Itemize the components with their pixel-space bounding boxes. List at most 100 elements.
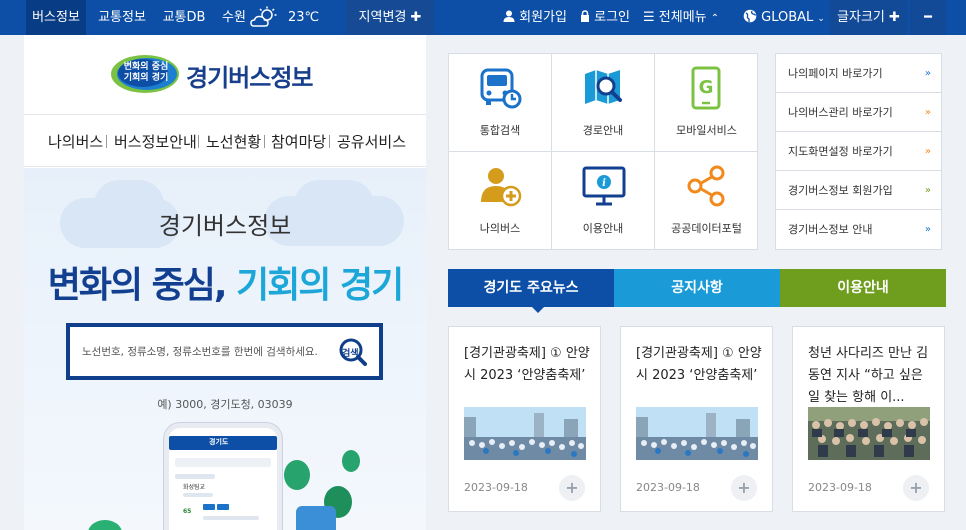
minus-icon: ━ [924,10,932,25]
nav-divider [198,135,199,148]
double-chevron-right-icon: » [924,224,931,235]
logo-badge-line2: 기회의 경기 [123,73,169,83]
weather-city: 수원 [222,10,246,25]
font-size-label: 글자크기 [837,10,885,25]
phone-search-field [175,458,271,467]
plus-icon: ✚ [410,10,422,25]
weather-cloud-sun-icon [250,6,278,28]
link-map-settings[interactable]: 지도화면설정 바로가기 » [776,132,941,171]
link-member-join[interactable]: 경기버스정보 회원가입 » [776,171,941,210]
tree-illustration [342,450,360,472]
news-title: 청년 사다리즈 만난 김동연 지사 “하고 싶은 일 찾는 항해 이... [808,346,929,405]
news-card[interactable]: [경기관광축제] ① 안양시 2023 ‘안양춤축제’ 2023-09-18 + [620,326,773,512]
more-plus-button[interactable]: + [903,475,929,501]
tab-usage-guide[interactable]: 이용안내 [780,269,946,307]
all-menu-button[interactable]: ☰ 전체메뉴 ⌃ [643,0,719,35]
user-icon [503,10,519,25]
slogan-part2: 기회의 경기 [236,265,404,306]
tab-traffic-db[interactable]: 교통DB [158,0,210,35]
active-tab-pointer [531,306,545,313]
nav-participation[interactable]: 참여마당 [271,131,326,152]
news-title: [경기관광축제] ① 안양시 2023 ‘안양춤축제’ [636,346,762,383]
quick-menu-public-data-portal[interactable]: 공공데이터포털 [655,152,758,250]
chevron-down-icon: ⌄ [817,14,825,24]
nav-divider [329,135,330,148]
mobile-icon: G [691,66,721,110]
hero-section: 경기버스정보 변화의 중심, 기회의 경기 검색 예) 3000, 경기도청, … [24,168,426,530]
double-chevron-right-icon: » [924,68,931,79]
quick-menu-grid: 통합검색 경로안내 G 모바일서비스 나의버스 i 이용안내 공공데이터포털 [448,53,758,250]
phone-route-text: 화성팀교 [183,484,206,491]
quick-menu-integrated-search[interactable]: 통합검색 [449,54,552,152]
phone-illustration: 경기도 화성팀교 65 [164,423,282,530]
logo-badge-text: 변화의 중심 기회의 경기 [118,62,174,84]
quick-menu-route-guide[interactable]: 경로안내 [552,54,655,152]
phone-tag [217,504,229,510]
tree-illustration [284,460,310,490]
chevron-up-icon: ⌃ [710,13,720,24]
phone-header-bar: 경기도 [169,436,277,450]
nav-shared-service[interactable]: 공유서비스 [337,131,406,152]
nav-route-status[interactable]: 노선현황 [206,131,261,152]
quick-menu-mobile-service[interactable]: G 모바일서비스 [655,54,758,152]
search-example: 예) 3000, 경기도청, 03039 [157,398,293,411]
more-plus-button[interactable]: + [559,475,585,501]
double-chevron-right-icon: » [924,185,931,196]
user-add-icon [481,168,522,207]
slogan-part1: 변화의 중심, [47,265,228,306]
join-link[interactable]: 회원가입 [503,0,567,35]
link-site-guide[interactable]: 경기버스정보 안내 » [776,210,941,249]
search-input[interactable] [82,341,332,363]
news-card[interactable]: 청년 사다리즈 만난 김동연 지사 “하고 싶은 일 찾는 항해 이... 20… [792,326,945,512]
link-label: 나의페이지 바로가기 [788,67,883,80]
tab-notices[interactable]: 공지사항 [614,269,780,307]
link-my-bus-manage[interactable]: 나의버스관리 바로가기 » [776,93,941,132]
logo-title: 경기버스정보 [186,64,313,92]
quick-menu-my-bus[interactable]: 나의버스 [449,152,552,250]
info-monitor-icon: i [582,166,626,206]
nav-divider [106,135,107,148]
global-button[interactable]: GLOBAL ⌄ [743,0,825,35]
plus-icon: ✚ [889,10,900,25]
tab-gyeonggi-news[interactable]: 경기도 주요뉴스 [448,269,614,307]
login-link[interactable]: 로그인 [580,0,630,35]
map-search-icon [585,70,622,104]
more-plus-button[interactable]: + [731,475,757,501]
lock-icon [580,10,594,25]
quick-links: 나의페이지 바로가기 » 나의버스관리 바로가기 » 지도화면설정 바로가기 »… [775,53,942,250]
tab-bus-info[interactable]: 버스정보 [26,0,86,35]
phone-tag [203,504,215,510]
top-bar: 버스정보 교통정보 교통DB 수원 23℃ 지역변경 ✚ 회원가입 로그인 ☰ … [0,0,966,35]
region-change-button[interactable]: 지역변경 ✚ [346,0,434,35]
main-nav: 나의버스 버스정보안내 노선현황 참여마당 공유서비스 [24,115,426,167]
search-button-label: 검색 [342,349,359,359]
svg-text:G: G [699,77,714,98]
nav-bus-info-guide[interactable]: 버스정보안내 [114,131,197,152]
all-menu-label: 전체메뉴 [658,10,707,25]
quick-menu-usage-guide[interactable]: i 이용안내 [552,152,655,250]
quick-menu-label: 모바일서비스 [676,124,737,137]
share-icon [687,165,725,207]
news-title: [경기관광축제] ① 안양시 2023 ‘안양춤축제’ [464,346,590,383]
quick-menu-label: 공공데이터포털 [671,222,742,235]
phone-text-line [183,493,213,497]
news-date: 2023-09-18 [636,481,700,494]
double-chevron-right-icon: » [924,146,931,157]
link-label: 경기버스정보 안내 [788,223,873,236]
double-chevron-right-icon: » [924,107,931,118]
link-my-page[interactable]: 나의페이지 바로가기 » [776,54,941,93]
quick-menu-label: 이용안내 [582,222,624,235]
font-size-increase-button[interactable]: 글자크기 ✚ [830,0,907,35]
phone-header-text: 경기도 [209,438,229,446]
nav-my-bus[interactable]: 나의버스 [48,131,103,152]
news-date: 2023-09-18 [808,481,872,494]
news-card[interactable]: [경기관광축제] ① 안양시 2023 ‘안양춤축제’ 2023-09-18 + [448,326,601,512]
font-size-decrease-button[interactable]: ━ [910,0,946,35]
link-label: 지도화면설정 바로가기 [788,145,893,158]
join-label: 회원가입 [519,10,567,25]
search-button[interactable]: 검색 [339,338,367,366]
globe-icon [743,9,761,25]
site-logo[interactable]: 변화의 중심 기회의 경기 경기버스정보 [110,53,340,95]
tab-traffic-info[interactable]: 교통정보 [92,0,152,35]
quick-menu-label: 통합검색 [479,124,521,137]
